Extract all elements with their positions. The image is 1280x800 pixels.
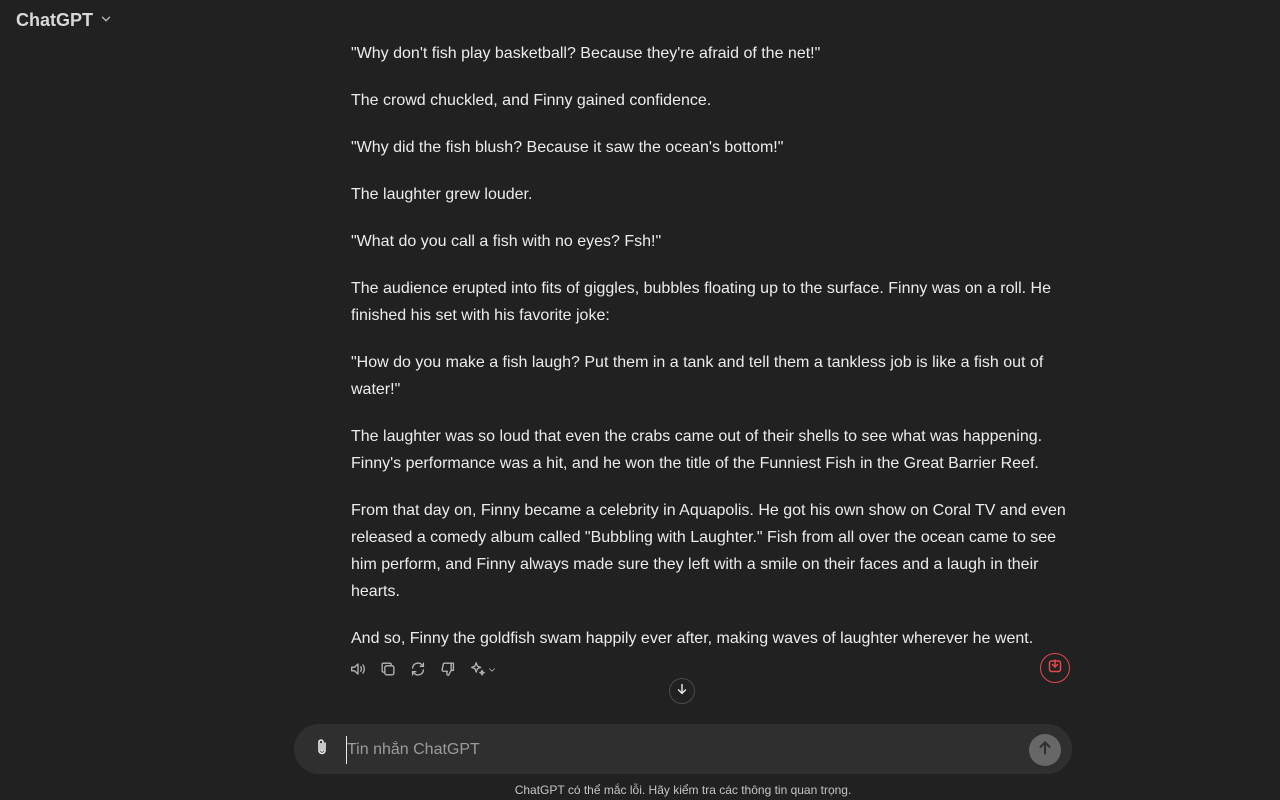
save-extension-button[interactable] [1040, 653, 1070, 683]
copy-icon [379, 660, 397, 683]
model-name: ChatGPT [16, 10, 94, 30]
footer-disclaimer: ChatGPT có thể mắc lỗi. Hãy kiểm tra các… [514, 783, 852, 797]
message-input[interactable] [346, 736, 1009, 764]
message-paragraph: The laughter grew louder. [351, 186, 533, 203]
top-bar: ChatGPT [0, 0, 1280, 44]
message-paragraph: And so, Finny the goldfish swam happily … [351, 630, 1034, 647]
regenerate-button[interactable] [407, 659, 429, 683]
download-icon [1047, 658, 1063, 679]
attach-button[interactable] [310, 737, 334, 761]
arrow-up-icon [1036, 739, 1054, 762]
message-paragraph: "Why did the fish blush? Because it saw … [351, 139, 784, 156]
model-selector[interactable]: ChatGPT [16, 10, 113, 31]
model-switch-button[interactable] [467, 659, 499, 683]
paperclip-icon [312, 737, 332, 762]
bad-response-button[interactable] [437, 659, 459, 683]
read-aloud-button[interactable] [347, 659, 369, 683]
copy-button[interactable] [377, 659, 399, 683]
thumbs-down-icon [439, 660, 457, 683]
chevron-down-icon [487, 662, 497, 680]
message-paragraph: "What do you call a fish with no eyes? F… [351, 233, 662, 250]
speaker-icon [349, 660, 367, 683]
arrow-down-icon [675, 682, 689, 701]
message-paragraph: The laughter was so loud that even the c… [351, 428, 1043, 472]
scroll-to-bottom-button[interactable] [669, 678, 695, 704]
message-composer [294, 724, 1072, 774]
message-paragraph: "How do you make a fish laugh? Put them … [351, 354, 1044, 398]
sparkle-icon [469, 660, 487, 683]
message-paragraph: "Why don't fish play basketball? Because… [351, 45, 821, 62]
message-actions [347, 659, 499, 683]
message-paragraph: The audience erupted into fits of giggle… [351, 280, 1051, 324]
chevron-down-icon [99, 10, 113, 31]
message-paragraph: The crowd chuckled, and Finny gained con… [351, 92, 712, 109]
assistant-message: "Why don't fish play basketball? Because… [351, 40, 1076, 672]
send-button[interactable] [1029, 734, 1061, 766]
regenerate-icon [409, 660, 427, 683]
message-paragraph: From that day on, Finny became a celebri… [351, 502, 1066, 600]
